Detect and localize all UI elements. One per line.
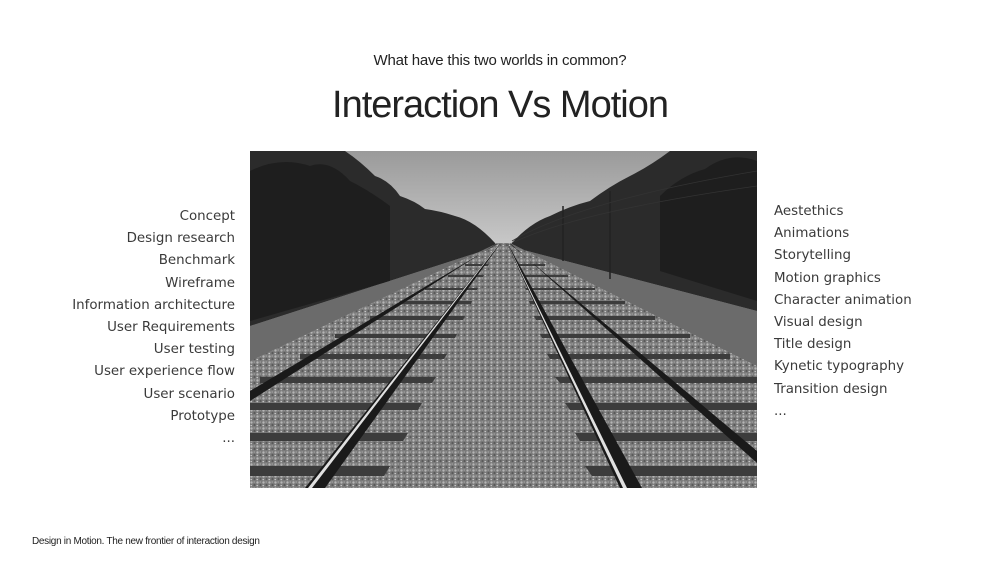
list-item: Information architecture: [72, 297, 235, 313]
page-title: Interaction Vs Motion: [332, 84, 669, 126]
interaction-list: Concept Design research Benchmark Wirefr…: [72, 206, 235, 450]
list-item: Benchmark: [158, 253, 235, 269]
footer-caption: Design in Motion. The new frontier of in…: [32, 536, 260, 547]
list-item: ...: [774, 403, 787, 419]
list-item: Title design: [774, 337, 852, 353]
list-item: Transition design: [774, 381, 888, 397]
list-item: User experience flow: [94, 364, 235, 380]
list-item: Kynetic typography: [774, 359, 905, 375]
list-item: Motion graphics: [774, 270, 881, 286]
list-item: ...: [222, 431, 235, 447]
list-item: Aestethics: [774, 204, 844, 219]
railroad-tracks-photo: [250, 151, 757, 488]
list-item: User testing: [153, 342, 235, 358]
list-item: User Requirements: [107, 320, 235, 336]
list-item: Wireframe: [165, 275, 235, 291]
list-item: Animations: [774, 226, 850, 242]
list-item: Design research: [126, 231, 235, 247]
list-item: Character animation: [774, 292, 912, 308]
list-item: Concept: [179, 209, 235, 224]
list-item: Visual design: [774, 315, 863, 331]
motion-list: Aestethics Animations Storytelling Motio…: [774, 201, 912, 423]
subtitle: What have this two worlds in common?: [373, 52, 627, 69]
list-item: Storytelling: [774, 248, 852, 264]
list-item: Prototype: [170, 408, 235, 424]
list-item: User scenario: [143, 386, 235, 402]
